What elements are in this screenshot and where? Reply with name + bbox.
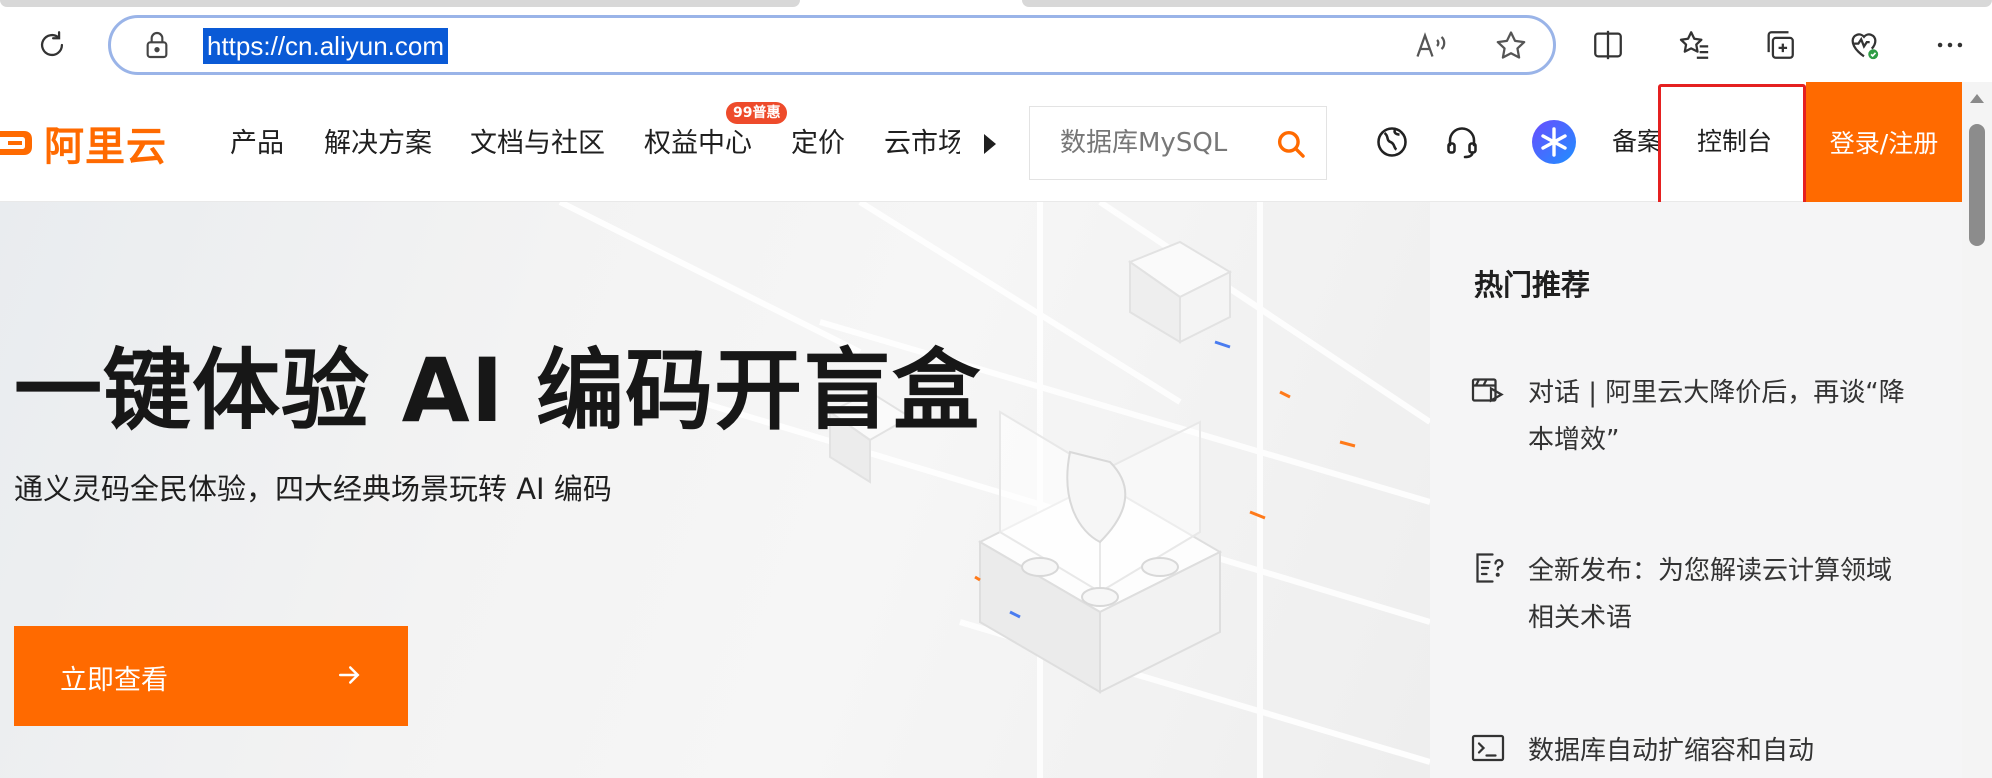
nav-scroll-right-icon[interactable] — [984, 134, 996, 154]
browser-tab-strip — [0, 0, 1992, 8]
logo-text: 阿里云 — [44, 124, 167, 170]
video-icon — [1471, 378, 1504, 403]
view-now-button[interactable]: 立即查看 — [14, 626, 408, 726]
search-icon[interactable] — [1274, 127, 1308, 161]
hot-recommendations-panel: 热门推荐 对话 | 阿里云大降价后，再谈“降本增效” 全新发布：为您解读云计算领… — [1430, 202, 1962, 778]
arrow-right-icon — [339, 666, 360, 684]
ai-assistant-icon[interactable] — [1532, 120, 1576, 164]
list-item-text: 数据库自动扩缩容和自动 — [1528, 736, 1815, 766]
search-input[interactable] — [1060, 125, 1280, 161]
doc-question-icon — [1476, 553, 1504, 583]
panel-title: 热门推荐 — [1474, 268, 1591, 302]
search-box — [1029, 106, 1327, 180]
address-bar[interactable]: https://cn.aliyun.com — [108, 15, 1556, 75]
headset-icon[interactable] — [1444, 124, 1480, 160]
favorites-icon[interactable] — [1672, 23, 1716, 67]
nav-item-benefits[interactable]: 权益中心 — [644, 124, 752, 164]
url-text[interactable]: https://cn.aliyun.com — [203, 28, 448, 64]
terminal-icon — [1471, 734, 1505, 762]
page-scrollbar[interactable] — [1962, 82, 1992, 778]
refresh-icon[interactable] — [30, 23, 74, 67]
more-icon[interactable] — [1928, 23, 1972, 67]
nav-item-marketplace[interactable]: 云市场 — [884, 124, 960, 164]
collections-icon[interactable] — [1758, 23, 1802, 67]
globe-icon[interactable] — [1374, 124, 1410, 160]
scrollbar-thumb[interactable] — [1969, 124, 1985, 246]
scroll-up-icon[interactable] — [1970, 94, 1984, 103]
nav-item-products[interactable]: 产品 — [230, 124, 284, 164]
nav-item-docs-community[interactable]: 文档与社区 — [470, 124, 605, 164]
favorite-star-icon[interactable] — [1493, 28, 1529, 64]
list-item-text: 全新发布：为您解读云计算领域相关术语 — [1528, 556, 1893, 633]
browser-tab[interactable] — [1022, 0, 1992, 7]
browser-tab[interactable] — [0, 0, 800, 7]
nav-item-solutions[interactable]: 解决方案 — [324, 124, 432, 164]
hero-banner: 一键体验 AI 编码开盲盒 通义灵码全民体验，四大经典场景玩转 AI 编码 立即… — [0, 202, 1430, 778]
read-aloud-icon[interactable] — [1413, 28, 1449, 64]
hero-title: 一键体验 AI 编码开盲盒 — [14, 339, 982, 442]
list-item-text: 对话 | 阿里云大降价后，再谈“降本增效” — [1528, 378, 1905, 455]
promo-badge: 99普惠 — [726, 102, 788, 124]
aliyun-logo[interactable]: 阿里云 — [0, 120, 167, 170]
beian-link[interactable]: 备案 — [1612, 122, 1660, 162]
browser-toolbar: https://cn.aliyun.com — [0, 8, 1992, 82]
split-screen-icon[interactable] — [1586, 23, 1630, 67]
view-now-label: 立即查看 — [60, 665, 168, 696]
lock-icon[interactable] — [141, 29, 173, 61]
login-register-button[interactable]: 登录/注册 — [1806, 82, 1962, 202]
hero-subtitle: 通义灵码全民体验，四大经典场景玩转 AI 编码 — [14, 472, 612, 506]
browser-essentials-icon[interactable] — [1842, 23, 1886, 67]
nav-item-pricing[interactable]: 定价 — [791, 124, 845, 164]
aliyun-logo-icon — [0, 131, 32, 155]
